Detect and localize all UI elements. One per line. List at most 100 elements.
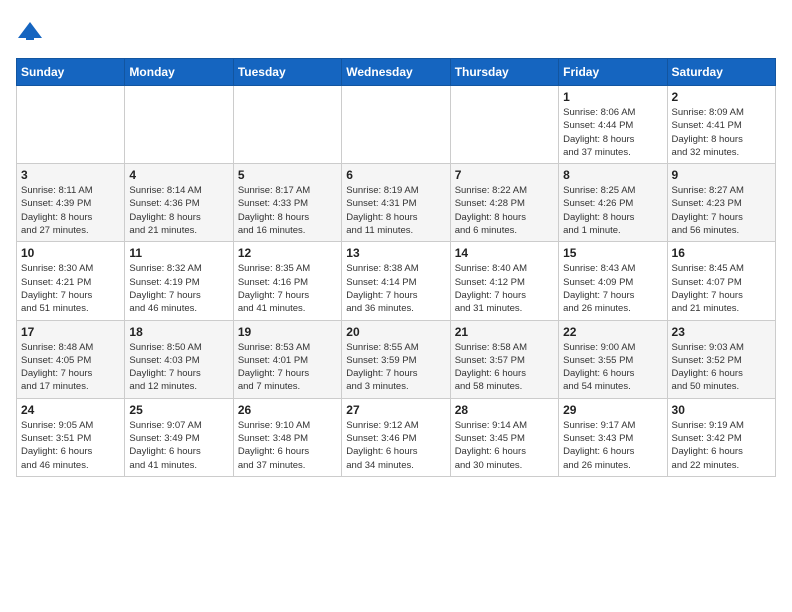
day-number: 5 [238,168,337,182]
day-info: Sunrise: 9:17 AM Sunset: 3:43 PM Dayligh… [563,419,662,472]
table-row: 1 Sunrise: 8:06 AM Sunset: 4:44 PM Daylig… [559,86,667,164]
col-saturday: Saturday [667,59,775,86]
table-row: 21 Sunrise: 8:58 AM Sunset: 3:57 PM Dayli… [450,320,558,398]
day-info: Sunrise: 9:10 AM Sunset: 3:48 PM Dayligh… [238,419,337,472]
day-number: 29 [563,403,662,417]
day-info: Sunrise: 8:38 AM Sunset: 4:14 PM Dayligh… [346,262,445,315]
day-info: Sunrise: 8:06 AM Sunset: 4:44 PM Dayligh… [563,106,662,159]
table-row: 30 Sunrise: 9:19 AM Sunset: 3:42 PM Dayli… [667,398,775,476]
table-row: 23 Sunrise: 9:03 AM Sunset: 3:52 PM Dayli… [667,320,775,398]
day-info: Sunrise: 8:32 AM Sunset: 4:19 PM Dayligh… [129,262,228,315]
day-info: Sunrise: 9:07 AM Sunset: 3:49 PM Dayligh… [129,419,228,472]
page: Sunday Monday Tuesday Wednesday Thursday… [0,0,792,487]
table-row: 28 Sunrise: 9:14 AM Sunset: 3:45 PM Dayli… [450,398,558,476]
header-row: Sunday Monday Tuesday Wednesday Thursday… [17,59,776,86]
table-row: 24 Sunrise: 9:05 AM Sunset: 3:51 PM Dayli… [17,398,125,476]
table-row: 6Sunrise: 8:19 AM Sunset: 4:31 PM Daylig… [342,164,450,242]
day-info: Sunrise: 8:40 AM Sunset: 4:12 PM Dayligh… [455,262,554,315]
col-thursday: Thursday [450,59,558,86]
day-number: 4 [129,168,228,182]
table-row: 14 Sunrise: 8:40 AM Sunset: 4:12 PM Dayli… [450,242,558,320]
day-info: Sunrise: 8:22 AM Sunset: 4:28 PM Dayligh… [455,184,554,237]
logo-icon [16,18,44,46]
day-number: 11 [129,246,228,260]
table-row [342,86,450,164]
table-row: 7 Sunrise: 8:22 AM Sunset: 4:28 PM Daylig… [450,164,558,242]
day-info: Sunrise: 8:25 AM Sunset: 4:26 PM Dayligh… [563,184,662,237]
calendar-week-row: 10 Sunrise: 8:30 AM Sunset: 4:21 PM Dayli… [17,242,776,320]
day-number: 8 [563,168,662,182]
day-number: 12 [238,246,337,260]
day-number: 20 [346,325,445,339]
col-wednesday: Wednesday [342,59,450,86]
table-row: 19Sunrise: 8:53 AM Sunset: 4:01 PM Dayli… [233,320,341,398]
day-number: 28 [455,403,554,417]
day-number: 27 [346,403,445,417]
day-info: Sunrise: 8:45 AM Sunset: 4:07 PM Dayligh… [672,262,771,315]
table-row: 10 Sunrise: 8:30 AM Sunset: 4:21 PM Dayli… [17,242,125,320]
table-row: 26 Sunrise: 9:10 AM Sunset: 3:48 PM Dayli… [233,398,341,476]
day-number: 1 [563,90,662,104]
day-number: 23 [672,325,771,339]
day-info: Sunrise: 8:14 AM Sunset: 4:36 PM Dayligh… [129,184,228,237]
day-number: 9 [672,168,771,182]
day-info: Sunrise: 8:48 AM Sunset: 4:05 PM Dayligh… [21,341,120,394]
day-info: Sunrise: 9:03 AM Sunset: 3:52 PM Dayligh… [672,341,771,394]
col-friday: Friday [559,59,667,86]
day-info: Sunrise: 9:12 AM Sunset: 3:46 PM Dayligh… [346,419,445,472]
table-row: 5 Sunrise: 8:17 AM Sunset: 4:33 PM Daylig… [233,164,341,242]
day-number: 25 [129,403,228,417]
day-info: Sunrise: 9:05 AM Sunset: 3:51 PM Dayligh… [21,419,120,472]
table-row: 9Sunrise: 8:27 AM Sunset: 4:23 PM Daylig… [667,164,775,242]
day-info: Sunrise: 8:19 AM Sunset: 4:31 PM Dayligh… [346,184,445,237]
calendar-body: 1 Sunrise: 8:06 AM Sunset: 4:44 PM Daylig… [17,86,776,477]
day-number: 13 [346,246,445,260]
day-number: 15 [563,246,662,260]
day-number: 10 [21,246,120,260]
table-row: 3 Sunrise: 8:11 AM Sunset: 4:39 PM Daylig… [17,164,125,242]
table-row: 12Sunrise: 8:35 AM Sunset: 4:16 PM Dayli… [233,242,341,320]
day-info: Sunrise: 8:55 AM Sunset: 3:59 PM Dayligh… [346,341,445,394]
day-info: Sunrise: 8:53 AM Sunset: 4:01 PM Dayligh… [238,341,337,394]
day-number: 30 [672,403,771,417]
day-info: Sunrise: 8:17 AM Sunset: 4:33 PM Dayligh… [238,184,337,237]
day-number: 26 [238,403,337,417]
table-row: 11 Sunrise: 8:32 AM Sunset: 4:19 PM Dayli… [125,242,233,320]
table-row [125,86,233,164]
table-row: 18 Sunrise: 8:50 AM Sunset: 4:03 PM Dayli… [125,320,233,398]
table-row: 17Sunrise: 8:48 AM Sunset: 4:05 PM Dayli… [17,320,125,398]
day-info: Sunrise: 9:14 AM Sunset: 3:45 PM Dayligh… [455,419,554,472]
col-monday: Monday [125,59,233,86]
col-sunday: Sunday [17,59,125,86]
day-number: 14 [455,246,554,260]
day-info: Sunrise: 8:09 AM Sunset: 4:41 PM Dayligh… [672,106,771,159]
day-number: 24 [21,403,120,417]
calendar-week-row: 1 Sunrise: 8:06 AM Sunset: 4:44 PM Daylig… [17,86,776,164]
day-number: 7 [455,168,554,182]
calendar-week-row: 24 Sunrise: 9:05 AM Sunset: 3:51 PM Dayli… [17,398,776,476]
table-row: 20 Sunrise: 8:55 AM Sunset: 3:59 PM Dayli… [342,320,450,398]
day-info: Sunrise: 8:11 AM Sunset: 4:39 PM Dayligh… [21,184,120,237]
table-row: 16Sunrise: 8:45 AM Sunset: 4:07 PM Dayli… [667,242,775,320]
calendar-header: Sunday Monday Tuesday Wednesday Thursday… [17,59,776,86]
day-number: 22 [563,325,662,339]
table-row: 2 Sunrise: 8:09 AM Sunset: 4:41 PM Daylig… [667,86,775,164]
table-row: 25 Sunrise: 9:07 AM Sunset: 3:49 PM Dayli… [125,398,233,476]
col-tuesday: Tuesday [233,59,341,86]
table-row: 15Sunrise: 8:43 AM Sunset: 4:09 PM Dayli… [559,242,667,320]
day-info: Sunrise: 8:50 AM Sunset: 4:03 PM Dayligh… [129,341,228,394]
day-number: 21 [455,325,554,339]
logo [16,16,48,46]
day-info: Sunrise: 8:30 AM Sunset: 4:21 PM Dayligh… [21,262,120,315]
table-row: 8 Sunrise: 8:25 AM Sunset: 4:26 PM Daylig… [559,164,667,242]
calendar-week-row: 17Sunrise: 8:48 AM Sunset: 4:05 PM Dayli… [17,320,776,398]
day-info: Sunrise: 9:00 AM Sunset: 3:55 PM Dayligh… [563,341,662,394]
table-row: 29 Sunrise: 9:17 AM Sunset: 3:43 PM Dayli… [559,398,667,476]
day-number: 2 [672,90,771,104]
day-info: Sunrise: 9:19 AM Sunset: 3:42 PM Dayligh… [672,419,771,472]
table-row [450,86,558,164]
calendar-table: Sunday Monday Tuesday Wednesday Thursday… [16,58,776,477]
day-number: 18 [129,325,228,339]
day-info: Sunrise: 8:58 AM Sunset: 3:57 PM Dayligh… [455,341,554,394]
day-number: 3 [21,168,120,182]
